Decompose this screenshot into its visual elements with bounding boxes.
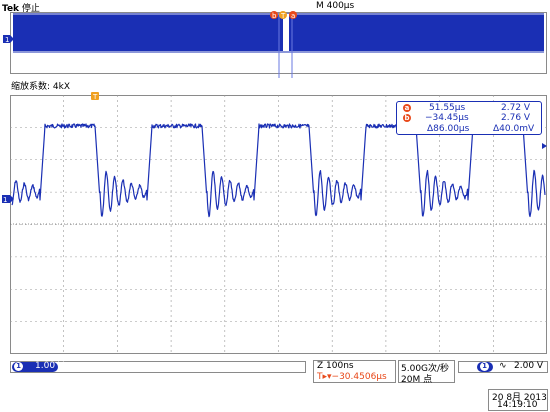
cursor-a-time: 51.55μs [429, 103, 466, 113]
channel-1-scale-box[interactable]: 1 1.00 V [10, 361, 306, 373]
trigger-slope-icon: ∿ [499, 361, 507, 371]
trigger-source-badge: 1 [480, 362, 489, 371]
zoom-factor-label: 缩放系数: 4kX [11, 82, 70, 92]
overview-waveform-window[interactable] [10, 12, 547, 74]
cursor-a-readout-badge: a [403, 104, 411, 112]
cursor-delta-readout-row: Δ86.00μs Δ40.0mV [397, 124, 541, 135]
cursor-delta-time: Δ86.00μs [427, 124, 470, 134]
channel-1-scale-value: 1.00 V [35, 361, 65, 371]
trigger-level-value: 2.00 V [514, 361, 544, 371]
trigger-settings-box[interactable]: 1 ∿ 2.00 V [458, 361, 548, 373]
cursor-b-volts: 2.76 V [501, 113, 531, 123]
record-length-value: 20M 点 [401, 375, 433, 385]
zoom-time-per-div: Z 100ns [317, 361, 354, 371]
trigger-position-value: T▸▾−30.4506μs [317, 372, 387, 382]
cursor-b-readout-row: b −34.45μs 2.76 V [397, 113, 541, 124]
main-timebase-label: M 400μs [316, 1, 355, 11]
cursor-a-volts: 2.72 V [501, 103, 531, 113]
time-value: 14:19:10 [497, 400, 538, 410]
acquisition-rate-box[interactable]: 5.00G次/秒 20M 点 [398, 360, 455, 385]
cursor-delta-volts: Δ40.0mV [493, 124, 535, 134]
cursor-b-time: −34.45μs [425, 113, 469, 123]
horizontal-zoom-box[interactable]: Z 100ns T▸▾−30.4506μs [313, 360, 396, 383]
channel-1-ground-marker-label: 1 [3, 196, 7, 204]
channel-1-scale-badge: 1 [14, 362, 23, 371]
cursor-b-readout-badge: b [403, 114, 411, 122]
overview-channel-1-marker-label: 1 [5, 36, 9, 44]
date-time-box: 20 8月 2013 14:19:10 [488, 389, 548, 411]
cursor-readout-panel: a 51.55μs 2.72 V b −34.45μs 2.76 V Δ86.0… [396, 101, 542, 135]
